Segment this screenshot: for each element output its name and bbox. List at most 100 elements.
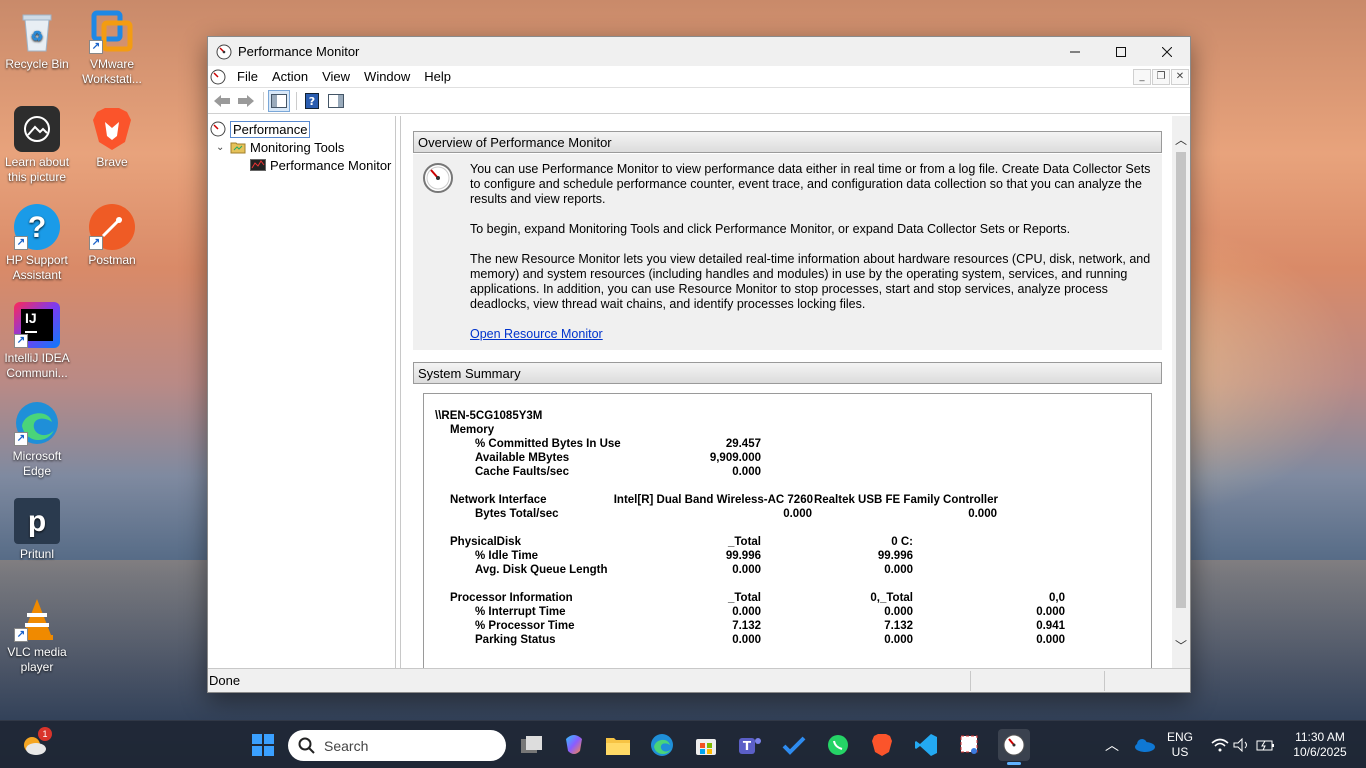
onedrive-tray[interactable] bbox=[1128, 729, 1160, 761]
maximize-button[interactable] bbox=[1098, 37, 1144, 66]
snipping-tool-app[interactable] bbox=[954, 729, 986, 761]
desktop-icon-learn-about-picture[interactable]: Learn about this picture bbox=[0, 106, 74, 185]
counter-label: Available MBytes bbox=[475, 452, 570, 464]
counter-label: Parking Status bbox=[475, 634, 556, 646]
counter-label: % Interrupt Time bbox=[475, 606, 566, 618]
mdi-close-button[interactable]: ✕ bbox=[1171, 68, 1189, 85]
pritunl-icon: p bbox=[14, 498, 60, 544]
desktop-icon-intellij[interactable]: IJ ↗ IntelliJ IDEA Communi... bbox=[0, 302, 74, 381]
menu-window[interactable]: Window bbox=[357, 69, 417, 84]
system-summary: \\REN-5CG1085Y3M Memory % Committed Byte… bbox=[423, 393, 1152, 673]
edge-app[interactable] bbox=[646, 729, 678, 761]
tree-item-performance[interactable]: Performance bbox=[210, 120, 311, 138]
overview-header[interactable]: Overview of Performance Monitor bbox=[413, 131, 1162, 153]
overview-paragraph: The new Resource Monitor lets you view d… bbox=[470, 252, 1151, 311]
clock[interactable]: 11:30 AM 10/6/2025 bbox=[1284, 730, 1356, 760]
notification-badge: 1 bbox=[38, 727, 52, 741]
menu-file[interactable]: File bbox=[230, 69, 265, 84]
desktop-icon-brave[interactable]: Brave bbox=[75, 106, 149, 170]
menu-action[interactable]: Action bbox=[265, 69, 315, 84]
counter-value: 99.996 bbox=[725, 550, 761, 562]
processor-col1: _Total bbox=[727, 592, 761, 604]
close-button[interactable] bbox=[1144, 37, 1190, 66]
counter-value: 99.996 bbox=[877, 550, 913, 562]
vscode-app[interactable] bbox=[910, 729, 942, 761]
teams-app[interactable]: T bbox=[734, 729, 766, 761]
window-titlebar[interactable]: Performance Monitor bbox=[208, 37, 1190, 66]
whatsapp-app[interactable] bbox=[822, 729, 854, 761]
system-summary-header[interactable]: System Summary bbox=[413, 362, 1162, 384]
brave-icon bbox=[872, 734, 892, 756]
desktop-icon-edge[interactable]: ↗ Microsoft Edge bbox=[0, 400, 74, 479]
overview-pane: Overview of Performance Monitor You can … bbox=[403, 120, 1170, 673]
store-app[interactable] bbox=[690, 729, 722, 761]
vmware-icon: ↗ bbox=[89, 8, 135, 54]
scroll-down-icon[interactable]: ﹀ bbox=[1172, 636, 1190, 654]
desktop-icon-hp-support[interactable]: ? ↗ HP Support Assistant bbox=[0, 204, 74, 283]
desktop-icon-label: Microsoft Edge bbox=[12, 449, 62, 478]
mdi-minimize-button[interactable]: _ bbox=[1133, 68, 1151, 85]
counter-value: 0.000 bbox=[732, 466, 761, 478]
perfmon-icon bbox=[210, 121, 226, 137]
clock-date: 10/6/2025 bbox=[1293, 745, 1347, 759]
show-hidden-icons-button[interactable]: ︿ bbox=[1096, 729, 1128, 761]
back-button[interactable] bbox=[211, 90, 233, 112]
task-view-icon bbox=[521, 736, 542, 753]
scroll-thumb[interactable] bbox=[1176, 152, 1186, 608]
desktop-icon-pritunl[interactable]: p Pritunl bbox=[0, 498, 74, 562]
desktop-icon-postman[interactable]: ↗ Postman bbox=[75, 204, 149, 268]
chevron-down-icon[interactable]: ⌄ bbox=[216, 142, 230, 153]
desktop-icon-vlc[interactable]: ↗ VLC media player bbox=[0, 596, 74, 675]
status-text: Done bbox=[209, 673, 241, 688]
intellij-icon: IJ ↗ bbox=[14, 302, 60, 348]
taskbar: 1 Search T ︿ ENG US 11:30 AM 10/6/2025 bbox=[0, 720, 1366, 768]
counter-value: 7.132 bbox=[884, 620, 913, 632]
vscode-icon bbox=[915, 734, 937, 756]
minimize-button[interactable] bbox=[1052, 37, 1098, 66]
desktop-icon-recycle-bin[interactable]: ♻ Recycle Bin bbox=[0, 8, 74, 72]
brave-icon bbox=[89, 106, 135, 152]
vertical-scrollbar[interactable]: ︿ ﹀ bbox=[1172, 116, 1190, 668]
menu-help[interactable]: Help bbox=[417, 69, 458, 84]
network-col1: Intel[R] Dual Band Wireless-AC 7260 bbox=[613, 494, 813, 506]
file-explorer-app[interactable] bbox=[602, 729, 634, 761]
tree-item-performance-monitor[interactable]: Performance Monitor bbox=[250, 156, 391, 174]
help-button[interactable]: ? bbox=[301, 90, 323, 112]
overview-text: You can use Performance Monitor to view … bbox=[470, 162, 1154, 342]
menu-view[interactable]: View bbox=[315, 69, 357, 84]
memory-title: Memory bbox=[450, 424, 495, 436]
todo-app[interactable] bbox=[778, 729, 810, 761]
open-resource-monitor-link[interactable]: Open Resource Monitor bbox=[470, 327, 603, 341]
counter-value: 29.457 bbox=[725, 438, 761, 450]
chart-monitor-icon bbox=[250, 159, 266, 171]
copilot-app[interactable] bbox=[558, 729, 590, 761]
show-hide-action-pane-button[interactable] bbox=[325, 90, 347, 112]
minimize-icon bbox=[1070, 51, 1080, 52]
tree-item-monitoring-tools[interactable]: ⌄ Monitoring Tools bbox=[216, 138, 344, 156]
disk-col2: 0 C: bbox=[891, 536, 913, 548]
content-pane: Overview of Performance Monitor You can … bbox=[400, 116, 1190, 673]
counter-label: Avg. Disk Queue Length bbox=[475, 564, 608, 576]
task-view-button[interactable] bbox=[516, 729, 548, 761]
system-menu-icon[interactable] bbox=[210, 69, 226, 85]
show-hide-tree-button[interactable] bbox=[268, 89, 290, 112]
mdi-restore-button[interactable]: ❐ bbox=[1152, 68, 1170, 85]
perfmon-gauge-icon bbox=[423, 163, 453, 193]
forward-button[interactable] bbox=[235, 90, 257, 112]
taskbar-search[interactable]: Search bbox=[288, 730, 506, 761]
teams-icon: T bbox=[739, 738, 761, 754]
toolbar: ? bbox=[208, 88, 1190, 114]
start-button[interactable] bbox=[247, 729, 279, 761]
scroll-up-icon[interactable]: ︿ bbox=[1172, 130, 1190, 148]
perfmon-taskbar-app[interactable] bbox=[998, 729, 1030, 765]
checkmark-icon bbox=[782, 736, 806, 755]
processor-col2: 0,_Total bbox=[870, 592, 913, 604]
brave-app[interactable] bbox=[866, 729, 898, 761]
window-title: Performance Monitor bbox=[238, 44, 360, 59]
language-indicator[interactable]: ENG US bbox=[1162, 730, 1198, 760]
toolbar-separator bbox=[263, 91, 264, 110]
weather-widget[interactable]: 1 bbox=[18, 727, 52, 761]
overview-body: You can use Performance Monitor to view … bbox=[413, 154, 1162, 350]
desktop-icon-vmware[interactable]: ↗ VMware Workstati... bbox=[75, 8, 149, 87]
battery-tray[interactable] bbox=[1250, 729, 1282, 761]
